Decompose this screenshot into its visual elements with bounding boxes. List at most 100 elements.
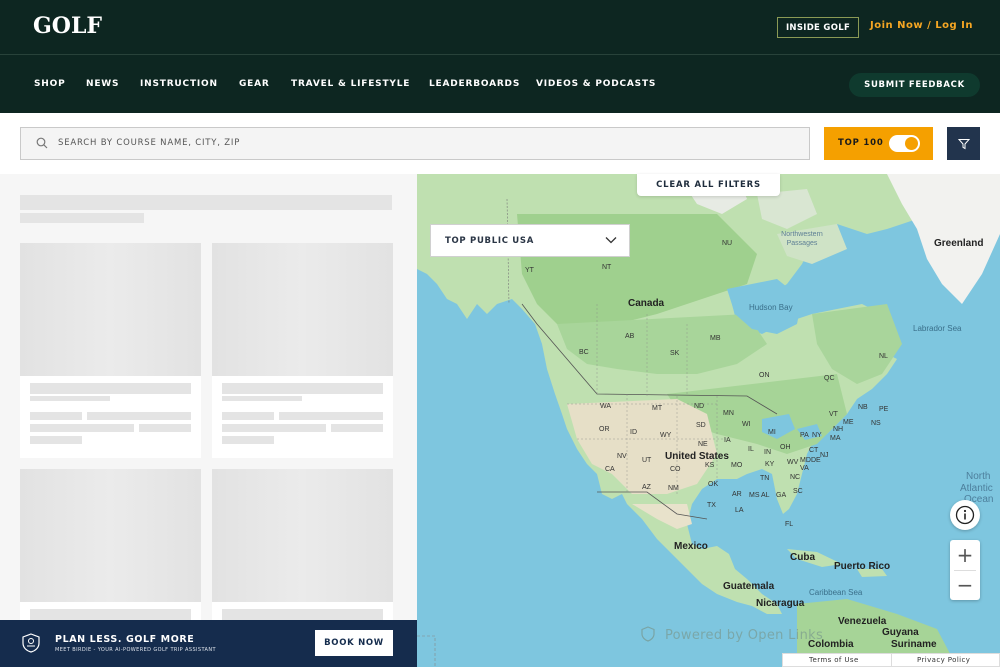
map-label-nv: NV: [617, 453, 627, 460]
clear-all-filters-button[interactable]: CLEAR ALL FILTERS: [637, 174, 780, 196]
zoom-out-button[interactable]: −: [950, 570, 980, 600]
map-label-vt: VT: [829, 411, 838, 418]
map-label-labrador-sea: Labrador Sea: [913, 324, 962, 333]
map-label-id: ID: [630, 429, 637, 436]
map-label-puerto-rico: Puerto Rico: [834, 561, 891, 572]
map-label-ga: GA: [776, 492, 787, 499]
map-label-nh: NH: [833, 426, 844, 433]
footer-divider: [891, 654, 892, 666]
map-label-canada: Canada: [628, 298, 665, 309]
skeleton-line: [87, 412, 191, 420]
golf-logo[interactable]: GOLF: [33, 13, 102, 39]
nav-item-gear[interactable]: GEAR: [239, 79, 270, 89]
map-label-ocean-2: Atlantic: [960, 483, 993, 494]
search-placeholder: SEARCH BY COURSE NAME, CITY, ZIP: [58, 138, 241, 148]
inside-golf-button[interactable]: INSIDE GOLF: [777, 17, 859, 38]
toggle-knob: [905, 137, 918, 150]
privacy-link[interactable]: Privacy Policy: [917, 656, 970, 664]
map-label-cuba: Cuba: [790, 552, 815, 563]
top100-toggle-button[interactable]: TOP 100: [824, 127, 933, 160]
dropdown-selected: TOP PUBLIC USA: [445, 236, 535, 246]
top100-toggle[interactable]: [889, 135, 920, 152]
book-now-button[interactable]: BOOK NOW: [315, 630, 393, 656]
filter-icon: [957, 138, 970, 149]
skeleton-card: [20, 243, 201, 458]
map-label-qc: QC: [824, 375, 835, 382]
filter-button[interactable]: [947, 127, 980, 160]
map-label-me: ME: [843, 419, 854, 426]
map-label-mexico: Mexico: [674, 541, 708, 552]
map-label-yt: YT: [525, 267, 534, 274]
skeleton-line: [30, 424, 134, 432]
promo-title: PLAN LESS. GOLF MORE: [55, 634, 195, 645]
info-button[interactable]: [950, 500, 980, 530]
nav-item-instruction[interactable]: INSTRUCTION: [140, 79, 218, 89]
map-label-nm: NM: [668, 485, 679, 492]
nav-item-shop[interactable]: SHOP: [34, 79, 65, 89]
map-label-ne: NE: [698, 441, 708, 448]
map-label-ks: KS: [705, 462, 715, 469]
top-header: GOLF INSIDE GOLF Join Now / Log In: [0, 0, 1000, 55]
map-label-sk: SK: [670, 350, 680, 357]
map-label-ny: NY: [812, 432, 822, 439]
map-label-nd: ND: [694, 403, 705, 410]
map-label-mo: MO: [731, 462, 743, 469]
skeleton-subtitle: [20, 213, 144, 223]
powered-by-watermark: Powered by Open Links: [640, 626, 823, 643]
zoom-in-button[interactable]: +: [950, 540, 980, 570]
map-label-venezuela: Venezuela: [838, 616, 887, 627]
map-label-or: OR: [599, 426, 610, 433]
map-label-pe: PE: [879, 406, 889, 413]
skeleton-line: [222, 396, 302, 401]
map-label-wi: WI: [742, 421, 751, 428]
map-label-caribbean-sea: Caribbean Sea: [809, 588, 863, 597]
map-label-mt: MT: [652, 405, 663, 412]
golf-shield-icon: [22, 633, 40, 653]
skeleton-line: [30, 436, 82, 444]
map-label-ia: IA: [724, 437, 731, 444]
map-label-fl: FL: [785, 521, 794, 528]
skeleton-title: [20, 195, 392, 210]
skeleton-line: [139, 424, 191, 432]
map-label-guatemala: Guatemala: [723, 581, 775, 592]
map-label-ky: KY: [765, 461, 775, 468]
map-label-ct: CT: [809, 447, 819, 454]
map-label-nl: NL: [879, 353, 888, 360]
map-label-ns: NS: [871, 420, 881, 427]
map-label-co: CO: [670, 466, 681, 473]
submit-feedback-button[interactable]: SUBMIT FEEDBACK: [849, 73, 980, 97]
course-list-dropdown[interactable]: TOP PUBLIC USA: [430, 224, 630, 257]
nav-item-travel-lifestyle[interactable]: TRAVEL & LIFESTYLE: [291, 79, 410, 89]
skeleton-line: [222, 609, 383, 620]
map-label-de: DE: [811, 457, 821, 464]
skeleton-line: [30, 383, 191, 394]
map-label-ocean-1: North: [966, 471, 991, 482]
join-login-link[interactable]: Join Now / Log In: [870, 20, 973, 31]
chevron-down-icon: [605, 237, 617, 244]
skeleton-card-image: [212, 243, 393, 376]
nav-item-videos-podcasts[interactable]: VIDEOS & PODCASTS: [536, 79, 656, 89]
skeleton-line: [222, 383, 383, 394]
open-links-logo-icon: [641, 626, 655, 642]
map-label-al: AL: [761, 492, 770, 499]
map-label-mi: MI: [768, 429, 776, 436]
map-label-va: VA: [800, 465, 809, 472]
map-label-wv: WV: [787, 459, 799, 466]
map-label-bc: BC: [579, 349, 589, 356]
map-label-nicaragua: Nicaragua: [756, 598, 805, 609]
terms-link[interactable]: Terms of Use: [809, 656, 859, 664]
map-label-pa: PA: [800, 432, 809, 439]
skeleton-card: [212, 243, 393, 458]
map-label-in: IN: [764, 449, 771, 456]
search-input[interactable]: SEARCH BY COURSE NAME, CITY, ZIP: [20, 127, 810, 160]
skeleton-card-image: [20, 243, 201, 376]
map-label-guyana: Guyana: [882, 627, 919, 638]
skeleton-line: [222, 412, 274, 420]
nav-item-leaderboards[interactable]: LEADERBOARDS: [429, 79, 520, 89]
skeleton-card-image: [20, 469, 201, 602]
map-label-ms: MS: [749, 492, 760, 499]
map-label-sc: SC: [793, 488, 803, 495]
map-label-tx: TX: [707, 502, 716, 509]
nav-item-news[interactable]: NEWS: [86, 79, 119, 89]
map-label-ma: MA: [830, 435, 841, 442]
